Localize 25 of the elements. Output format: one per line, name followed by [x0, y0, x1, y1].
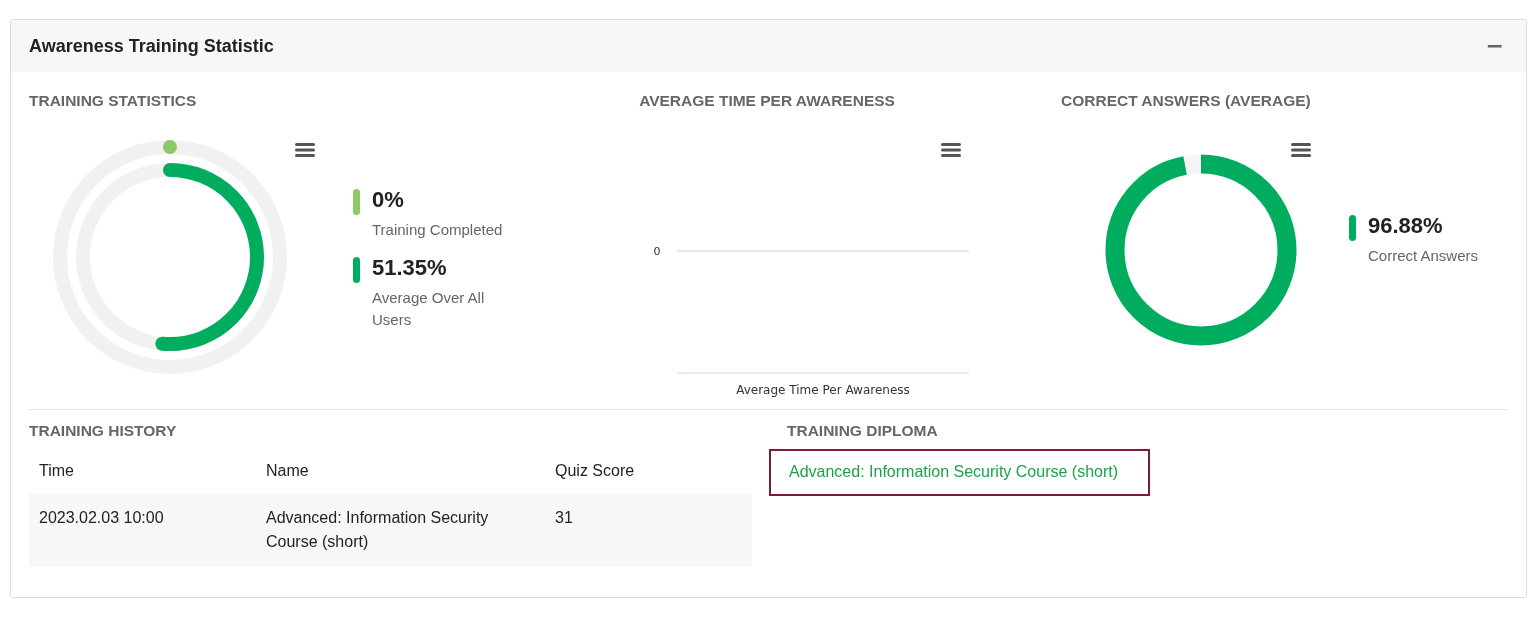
section-title: TRAINING DIPLOMA [787, 422, 939, 440]
menu-icon[interactable] [1291, 142, 1311, 158]
legend-label: Training Completed [372, 220, 504, 240]
legend-value: 51.35% [372, 255, 448, 281]
panel-title: Awareness Training Statistic [29, 35, 274, 57]
menu-icon[interactable] [941, 142, 962, 158]
legend-label: Correct Answers [1368, 246, 1480, 266]
table-cell: Advanced: Information Security Course (short) [256, 494, 545, 566]
legend-label: Average Over All Users [372, 288, 486, 330]
column-header: Name [256, 450, 545, 494]
legend-value: 0% [372, 187, 405, 213]
column-header: Quiz Score [545, 450, 752, 494]
axis-value-label: 0 [653, 245, 661, 258]
axis-caption: Average Time Per Awareness [736, 383, 910, 397]
column-header: Time [29, 450, 256, 494]
section-title: TRAINING STATISTICS [29, 92, 198, 110]
collapse-button[interactable]: − [1481, 35, 1508, 57]
section-title: CORRECT ANSWERS (AVERAGE) [1061, 92, 1312, 110]
section-title: TRAINING HISTORY [29, 422, 178, 440]
section-title: AVERAGE TIME PER AWARENESS [639, 92, 896, 110]
legend-value: 96.88% [1368, 213, 1444, 239]
diploma-link[interactable]: Advanced: Information Security Course (short) [769, 449, 1151, 496]
table-cell: 31 [545, 494, 752, 566]
menu-icon[interactable] [295, 142, 315, 158]
table-cell: 2023.02.03 10:00 [29, 494, 256, 566]
